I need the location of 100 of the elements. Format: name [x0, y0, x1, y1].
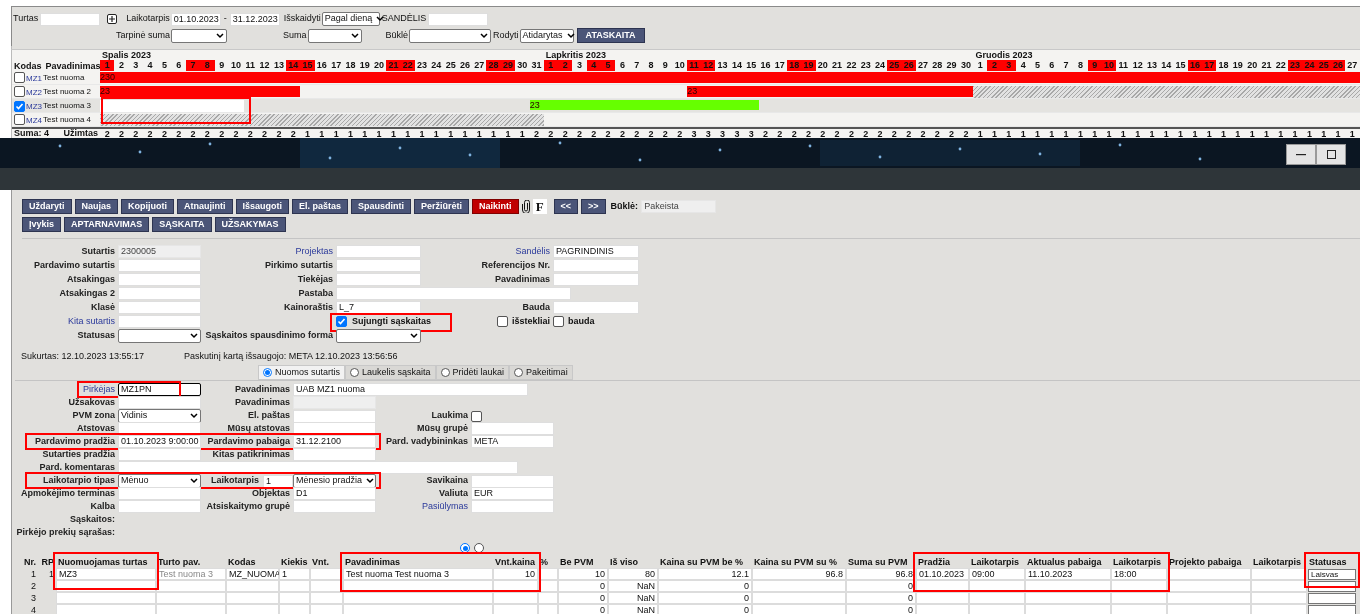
table-cell[interactable] [310, 580, 343, 592]
text-field[interactable] [553, 259, 639, 273]
dropdown[interactable] [409, 28, 492, 43]
table-cell[interactable] [343, 604, 493, 614]
table-cell[interactable] [1251, 568, 1307, 580]
text-field[interactable]: 01.10.2023 9:00:00 [118, 435, 201, 449]
table-cell[interactable]: 0 [658, 580, 752, 592]
format-button[interactable]: F [532, 199, 547, 214]
text-field[interactable]: MZ1PN [118, 383, 201, 397]
field-link[interactable]: Projektas [295, 245, 333, 259]
table-cell[interactable] [1025, 604, 1111, 614]
radio-button[interactable] [460, 543, 470, 553]
text-field[interactable]: 31.12.2023 [229, 12, 280, 26]
checkbox[interactable] [14, 100, 25, 112]
text-field[interactable]: 1 [263, 474, 293, 488]
dropdown[interactable]: Mėnesio pradžia [293, 474, 376, 488]
text-field[interactable]: 31.12.2100 [293, 435, 376, 449]
radio-tab[interactable]: Laukelis sąskaita [345, 365, 436, 380]
text-field[interactable] [553, 273, 639, 287]
table-cell[interactable]: 11.10.2023 [1025, 568, 1111, 580]
radio-tab[interactable]: Pridėti laukai [435, 365, 510, 380]
table-cell[interactable]: MZ3 [56, 568, 156, 580]
paperclip-icon[interactable] [521, 200, 530, 213]
table-cell[interactable]: 80 [608, 568, 658, 580]
table-cell[interactable] [1025, 592, 1111, 604]
text-field[interactable]: Pakeista [641, 200, 717, 213]
code-link[interactable]: MZ1 [26, 73, 42, 85]
text-field[interactable] [336, 259, 421, 273]
table-cell[interactable]: 18:00 [1111, 568, 1167, 580]
table-cell[interactable] [752, 580, 846, 592]
checkbox[interactable] [496, 316, 508, 328]
table-cell[interactable]: 0 [658, 592, 752, 604]
action-button[interactable]: SĄSKAITA [152, 217, 212, 232]
table-cell[interactable] [156, 592, 226, 604]
text-field[interactable] [336, 245, 421, 259]
table-cell[interactable]: 0 [846, 604, 916, 614]
report-button[interactable]: ATASKAITA [576, 28, 645, 43]
text-field[interactable] [118, 500, 201, 514]
text-field[interactable] [118, 448, 201, 462]
table-cell[interactable]: 96.8 [752, 568, 846, 580]
table-cell[interactable]: 09:00 [969, 568, 1025, 580]
table-cell[interactable] [1167, 592, 1251, 604]
text-field[interactable]: D1 [293, 487, 376, 501]
text-field[interactable] [118, 487, 201, 501]
text-field[interactable] [293, 500, 376, 514]
action-button[interactable]: UŽSAKYMAS [214, 217, 286, 232]
maximize-button[interactable] [1316, 144, 1346, 165]
table-cell[interactable] [226, 592, 279, 604]
table-cell[interactable]: NaN [608, 592, 658, 604]
booking-bar[interactable]: 23 [529, 100, 759, 110]
hatched-bar[interactable] [973, 86, 1360, 98]
dropdown[interactable] [336, 329, 421, 343]
booking-bar[interactable]: 23 [100, 86, 301, 97]
booking-bar[interactable]: 23 [687, 86, 974, 97]
table-cell[interactable] [279, 580, 310, 592]
toolbar-button[interactable]: Naikinti [472, 199, 519, 214]
table-cell[interactable]: 0 [558, 604, 608, 614]
toolbar-button[interactable]: El. paštas [292, 199, 349, 214]
previous-button[interactable]: << [553, 199, 579, 214]
booking-bar[interactable]: 230 [100, 72, 1360, 83]
table-cell[interactable]: Test nuoma 3 [156, 568, 226, 580]
checkbox[interactable] [14, 113, 25, 125]
table-cell[interactable] [1111, 604, 1167, 614]
radio-tab[interactable]: Nuomos sutartis [258, 365, 346, 380]
field-link[interactable]: Sandėlis [515, 245, 550, 259]
table-cell[interactable] [56, 592, 156, 604]
table-cell[interactable] [1251, 592, 1307, 604]
text-field[interactable] [118, 273, 201, 287]
text-field[interactable]: PAGRINDINIS [553, 245, 639, 259]
table-cell[interactable] [310, 604, 343, 614]
table-cell[interactable] [156, 580, 226, 592]
table-cell[interactable] [343, 592, 493, 604]
table-cell[interactable]: 0 [558, 580, 608, 592]
field-link[interactable]: Kita sutartis [67, 315, 115, 329]
dropdown[interactable]: Vidinis [118, 409, 201, 423]
hatched-bar[interactable] [100, 114, 544, 126]
field-link[interactable]: Pasiūlymas [422, 500, 468, 514]
action-button[interactable]: APTARNAVIMAS [64, 217, 150, 232]
table-cell[interactable] [1251, 604, 1307, 614]
dropdown[interactable]: Mėnuo [118, 474, 201, 488]
table-cell[interactable] [916, 592, 969, 604]
text-field[interactable]: UAB MZ1 nuoma [293, 383, 528, 397]
plus-square-icon[interactable] [107, 14, 118, 24]
table-cell[interactable]: 0 [846, 592, 916, 604]
text-field[interactable] [293, 448, 376, 462]
table-cell[interactable] [493, 592, 538, 604]
toolbar-button[interactable]: Peržiūrėti [414, 199, 470, 214]
status-dropdown[interactable] [1308, 604, 1356, 614]
table-cell[interactable]: Test nuoma Test nuoma 3 [343, 568, 493, 580]
next-button[interactable]: >> [581, 199, 606, 214]
code-link[interactable]: MZ2 [26, 87, 42, 99]
table-cell[interactable]: 0 [558, 592, 608, 604]
toolbar-button[interactable]: Atnaujinti [177, 199, 233, 214]
table-cell[interactable] [1111, 592, 1167, 604]
table-cell[interactable] [538, 592, 558, 604]
text-field[interactable] [471, 474, 554, 488]
table-cell[interactable] [1167, 568, 1251, 580]
text-field[interactable] [40, 12, 101, 26]
text-field[interactable] [471, 422, 554, 436]
status-dropdown[interactable] [1308, 580, 1356, 592]
